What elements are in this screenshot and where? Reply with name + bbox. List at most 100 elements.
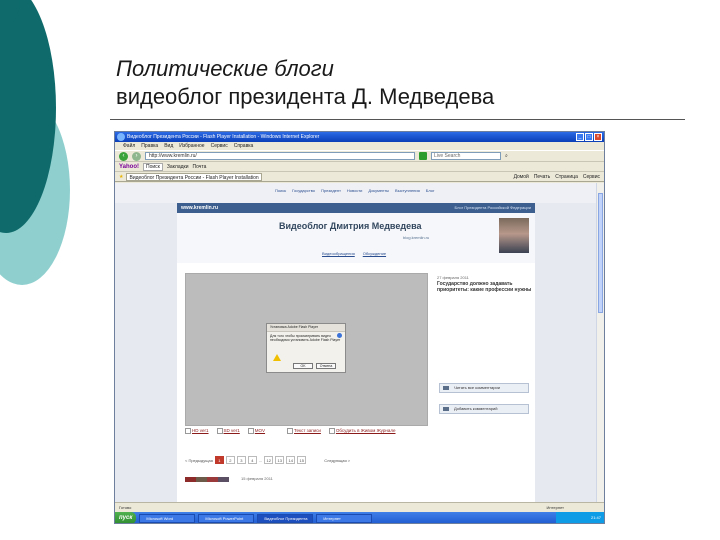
site-header-tagline: Блог Президента Российской Федерации [454,205,531,210]
format-mov[interactable]: MOV [247,428,265,434]
president-photo [499,218,529,253]
address-input[interactable]: http://www.kremlin.ru/ [145,152,415,160]
tab-bar: ★ Видеоблог Президента России - Flash Pl… [115,172,604,182]
format-icon [185,428,191,434]
site-link-president[interactable]: Президент [321,188,341,193]
search-icon[interactable]: ⌕ [505,153,508,159]
system-tray: 21:47 [556,512,604,523]
task-powerpoint[interactable]: Microsoft PowerPoint [198,513,255,523]
close-button[interactable]: × [594,133,602,141]
links-search[interactable]: Поиск [143,162,163,171]
page-13[interactable]: 13 [275,456,285,464]
blog-hero: Видеоблог Дмитрия Медведева blog.kremlin… [177,213,535,264]
ie-logo-icon [117,133,125,141]
page-menu-button[interactable]: Страница [555,172,578,182]
page-1[interactable]: 1 [214,456,224,464]
maximize-button[interactable]: □ [585,133,593,141]
links-toolbar: Yahoo! Поиск Закладки Почта [115,162,604,172]
format-transcript[interactable]: Текст записи [287,428,321,434]
menu-tools[interactable]: Сервис [211,142,228,150]
site-logo[interactable]: www.kremlin.ru [181,203,218,213]
browser-screenshot: Видеоблог Президента России - Flash Play… [114,131,605,524]
page-ellipsis: ... [258,457,263,463]
dialog-title: Установка Adobe Flash Player [267,324,345,332]
tab-kremlin[interactable]: Видеоблог Президента России - Flash Play… [126,172,262,181]
video-player[interactable]: Установка Adobe Flash Player Для того чт… [185,273,428,426]
subnav-discussion[interactable]: Обсуждение [363,251,386,256]
page-2[interactable]: 2 [225,456,235,464]
slide-title-line1: Политические блоги [116,56,334,81]
menu-bar: Файл Правка Вид Избранное Сервис Справка [115,142,604,150]
format-icon [328,428,335,434]
site-link-blog[interactable]: Блог [426,188,435,193]
blog-subtitle[interactable]: blog.kremlin.ru [403,235,429,240]
task-word[interactable]: Microsoft Word [139,513,196,523]
read-comments-button[interactable]: Читать все комментарии [439,383,529,393]
site-header: www.kremlin.ru Блог Президента Российско… [177,203,535,213]
vertical-scrollbar[interactable] [596,183,604,513]
window-titlebar: Видеоблог Президента России - Flash Play… [115,132,604,142]
dialog-cancel-button[interactable]: Отмена [316,363,336,369]
format-sd[interactable]: SD ver1 [216,428,240,434]
scrollbar-thumb[interactable] [598,193,603,313]
page-12[interactable]: 12 [264,456,274,464]
menu-file[interactable]: Файл [123,142,135,150]
video-formats: HD ver1 SD ver1 MOV Текст записи Обсудит… [185,428,396,434]
dialog-ok-button[interactable]: OK [293,363,313,369]
site-link-news[interactable]: Новости [347,188,362,193]
tools-menu-button[interactable]: Сервис [583,172,600,182]
thumbnail[interactable] [185,477,196,482]
back-arrow-icon[interactable]: ‹ [119,151,128,161]
add-comment-button[interactable]: Добавить комментарий [439,404,529,414]
slide-title: Политические блоги видеоблог президента … [116,55,676,111]
format-icon [216,428,223,434]
site-link-documents[interactable]: Документы [368,188,389,193]
flash-install-dialog: Установка Adobe Flash Player Для того чт… [266,323,346,373]
site-link-speeches[interactable]: Выступления [395,188,420,193]
page-15[interactable]: 15 [297,456,307,464]
thumbnail[interactable] [218,477,229,482]
pager-next[interactable]: Следующая > [324,458,350,463]
add-comment-icon [443,407,449,411]
thumbnail[interactable] [196,477,207,482]
links-mail[interactable]: Почта [193,162,207,172]
page-3[interactable]: 3 [236,456,246,464]
format-icon [287,428,294,434]
forward-arrow-icon[interactable]: › [132,151,141,161]
home-button[interactable]: Домой [514,172,529,182]
slide-divider [110,119,685,120]
security-zone: Интернет [546,505,564,510]
start-button[interactable]: пуск [115,512,137,523]
minimize-button[interactable]: _ [576,133,584,141]
yahoo-logo[interactable]: Yahoo! [119,162,139,172]
site-topbar: Поиск Государство Президент Новости Доку… [115,183,598,203]
search-input[interactable]: Live Search [431,152,501,160]
warning-icon [273,354,281,361]
format-hd[interactable]: HD ver1 [185,428,209,434]
dialog-text: Для того чтобы просматривать видео необх… [270,334,341,342]
menu-help[interactable]: Справка [234,142,254,150]
page-4[interactable]: 4 [247,456,257,464]
status-text: Готово [119,505,132,510]
page-14[interactable]: 14 [286,456,296,464]
task-browser[interactable]: Видеоблог Президента [257,513,314,523]
post-title[interactable]: Государство должно задавать приоритеты: … [437,281,532,293]
slide-decoration [0,0,70,285]
task-internet[interactable]: Интернет [316,513,373,523]
go-icon[interactable] [419,152,427,160]
post-date: 27 февраля 2011 [437,275,469,280]
subnav-video[interactable]: Видеообращения [322,251,355,256]
format-livejournal[interactable]: Обсудить в Живом Журнале [328,428,396,434]
site-link-search[interactable]: Поиск [275,188,286,193]
format-icon [247,428,254,434]
menu-edit[interactable]: Правка [141,142,158,150]
pager-prev[interactable]: < Предыдущая [185,458,213,463]
favorites-star-icon[interactable]: ★ [119,174,123,180]
print-button[interactable]: Печать [534,172,550,182]
links-bookmarks[interactable]: Закладки [167,162,189,172]
help-icon[interactable] [337,333,342,338]
menu-view[interactable]: Вид [164,142,173,150]
menu-favorites[interactable]: Избранное [179,142,204,150]
thumbnail[interactable] [207,477,218,482]
site-link-state[interactable]: Государство [292,188,315,193]
